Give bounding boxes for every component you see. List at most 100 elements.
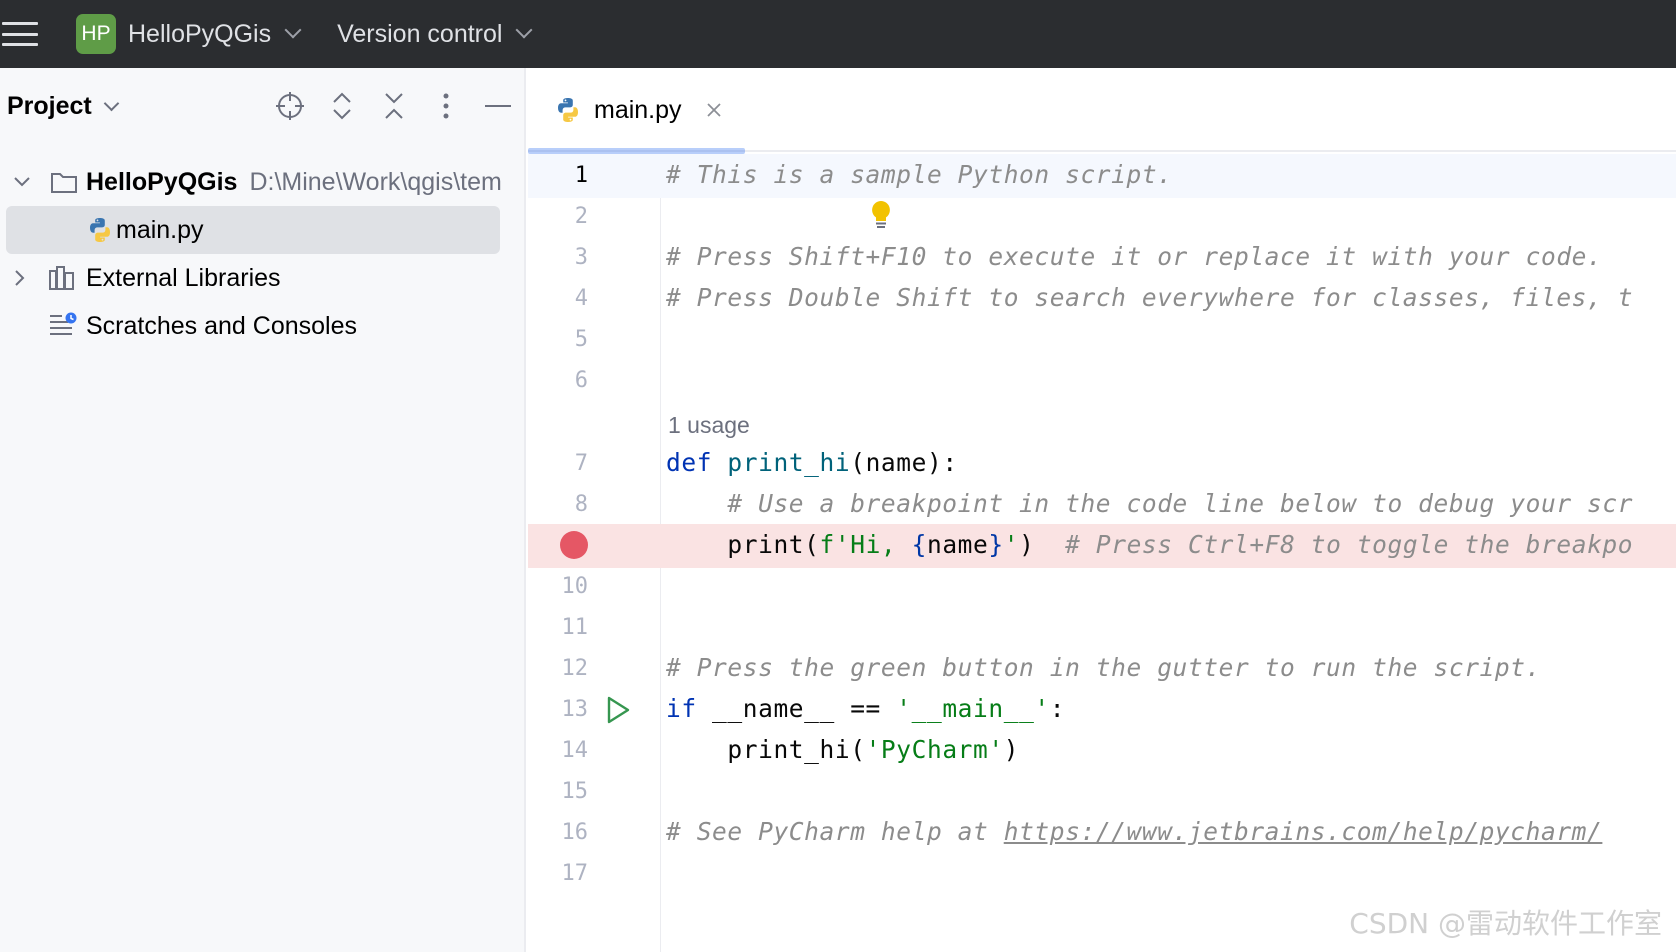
tab-main-py[interactable]: main.py [528, 68, 745, 154]
project-panel-actions [264, 68, 524, 144]
code-line-12[interactable]: 12 # Press the green button in the gutte… [528, 647, 1676, 691]
watermark: CSDN @雷动软件工作室 [1349, 907, 1662, 940]
code-line-8[interactable]: 8 # Use a breakpoint in the code line be… [528, 483, 1676, 527]
variable: name [926, 530, 989, 559]
code-text: # This is a sample Python script. [666, 160, 1173, 189]
brace: { [911, 530, 927, 559]
project-tool-window: Project HelloPyQGis D:\Mine\Work\qgis\te… [0, 68, 526, 952]
project-switcher[interactable]: HP HelloPyQGis [76, 14, 302, 54]
code-token: print( [727, 530, 820, 559]
code-line-10[interactable]: 10 [528, 565, 1676, 609]
code-text: def print_hi(name): [666, 448, 958, 477]
line-number: 7 [574, 451, 588, 476]
locate-icon[interactable] [264, 80, 316, 132]
string-literal: 'PyCharm' [865, 735, 1004, 764]
code-token: (name): [850, 448, 958, 477]
code-line-11[interactable]: 11 [528, 606, 1676, 650]
title-bar: HP HelloPyQGis Version control [0, 0, 1676, 68]
code-token: ) [1019, 530, 1035, 559]
code-token: __name__ == [696, 694, 897, 723]
line-number: 17 [561, 861, 589, 886]
code-line-2[interactable]: 2 [528, 195, 1676, 239]
chevron-down-icon[interactable] [12, 172, 32, 192]
line-number: 11 [561, 615, 589, 640]
tree-item-external-libraries[interactable]: External Libraries [0, 254, 524, 302]
code-editor[interactable]: 1 # This is a sample Python script. 2 3 … [528, 154, 1676, 952]
line-number: 5 [574, 327, 588, 352]
tree-item-project-root[interactable]: HelloPyQGis D:\Mine\Work\qgis\tem [0, 158, 524, 206]
project-badge: HP [76, 14, 116, 54]
chevron-right-icon[interactable] [10, 268, 30, 288]
code-line-15[interactable]: 15 [528, 770, 1676, 814]
code-text: if __name__ == '__main__': [666, 694, 1065, 723]
python-file-icon [554, 96, 582, 124]
project-panel-title[interactable]: Project [7, 92, 92, 121]
line-number: 12 [561, 656, 589, 681]
expand-all-icon[interactable] [316, 80, 368, 132]
code-line-3[interactable]: 3 # Press Shift+F10 to execute it or rep… [528, 236, 1676, 280]
hamburger-icon[interactable] [2, 19, 38, 49]
function-name: print_hi [727, 448, 851, 477]
code-line-7[interactable]: 7 def print_hi(name): [528, 442, 1676, 486]
editor-tab-strip: main.py [528, 68, 1676, 154]
tab-label: main.py [594, 95, 682, 124]
code-text: # Press the green button in the gutter t… [666, 653, 1541, 682]
code-text: # Press Double Shift to search everywher… [666, 283, 1634, 312]
line-number: 13 [561, 697, 589, 722]
breakpoint-icon[interactable] [560, 531, 588, 559]
tree-item-scratches[interactable]: Scratches and Consoles [0, 302, 524, 350]
more-options-icon[interactable] [420, 80, 472, 132]
comment: # See PyCharm help at [666, 817, 1004, 846]
line-number: 14 [561, 738, 589, 763]
tree-item-label: main.py [116, 215, 204, 244]
comment: # Press Ctrl+F8 to toggle the breakpo [1034, 530, 1634, 559]
hide-panel-icon[interactable] [472, 80, 524, 132]
code-text: # Use a breakpoint in the code line belo… [666, 489, 1634, 518]
code-line-9[interactable]: print(f'Hi, {name}') # Press Ctrl+F8 to … [528, 524, 1676, 568]
string-literal: '__main__' [896, 694, 1050, 723]
close-icon[interactable] [704, 100, 724, 120]
code-text: # Press Shift+F10 to execute it or repla… [666, 242, 1603, 271]
line-number: 4 [574, 286, 588, 311]
help-link[interactable]: https://www.jetbrains.com/help/pycharm/ [1004, 817, 1603, 846]
code-token: print_hi( [727, 735, 866, 764]
editor-area: main.py 1 # This is a sample Python scri… [528, 68, 1676, 952]
code-text: print_hi('PyCharm') [666, 735, 1019, 764]
collapse-all-icon[interactable] [368, 80, 420, 132]
code-text: # See PyCharm help at https://www.jetbra… [666, 817, 1602, 846]
version-control-menu[interactable]: Version control [337, 20, 533, 49]
line-number: 1 [574, 163, 588, 188]
tree-item-main-py[interactable]: main.py [6, 206, 500, 254]
project-root-path: D:\Mine\Work\qgis\tem [249, 167, 502, 196]
scratches-icon [48, 312, 78, 340]
run-icon[interactable] [606, 696, 630, 728]
code-line-14[interactable]: 14 print_hi('PyCharm') [528, 729, 1676, 773]
code-line-16[interactable]: 16 # See PyCharm help at https://www.jet… [528, 811, 1676, 855]
code-line-17[interactable]: 17 [528, 852, 1676, 896]
tree-item-label: Scratches and Consoles [86, 311, 357, 340]
string-literal: ' [1003, 530, 1020, 559]
pycharm-window: HP HelloPyQGis Version control Project H… [0, 0, 1676, 952]
project-name: HelloPyQGis [128, 19, 272, 48]
keyword: def [666, 448, 713, 477]
code-token: : [1049, 694, 1066, 723]
project-root-name: HelloPyQGis [86, 167, 238, 196]
code-line-4[interactable]: 4 # Press Double Shift to search everywh… [528, 277, 1676, 321]
code-line-1[interactable]: 1 # This is a sample Python script. [528, 154, 1676, 198]
chevron-down-icon [284, 21, 302, 39]
chevron-down-icon[interactable] [103, 95, 120, 111]
code-line-5[interactable]: 5 [528, 318, 1676, 362]
usage-hint[interactable]: 1 usage [668, 412, 750, 439]
code-line-6[interactable]: 6 [528, 359, 1676, 403]
project-panel-header: Project [0, 68, 524, 144]
lightbulb-icon[interactable] [870, 200, 892, 234]
code-text: print(f'Hi, {name}') # Press Ctrl+F8 to … [666, 530, 1633, 559]
line-number: 8 [574, 492, 588, 517]
line-number: 16 [561, 820, 589, 845]
python-file-icon [86, 216, 114, 244]
line-number: 2 [574, 204, 588, 229]
libraries-icon [48, 265, 76, 291]
code-line-13[interactable]: 13 if __name__ == '__main__': [528, 688, 1676, 732]
code-token: ) [1003, 735, 1020, 764]
